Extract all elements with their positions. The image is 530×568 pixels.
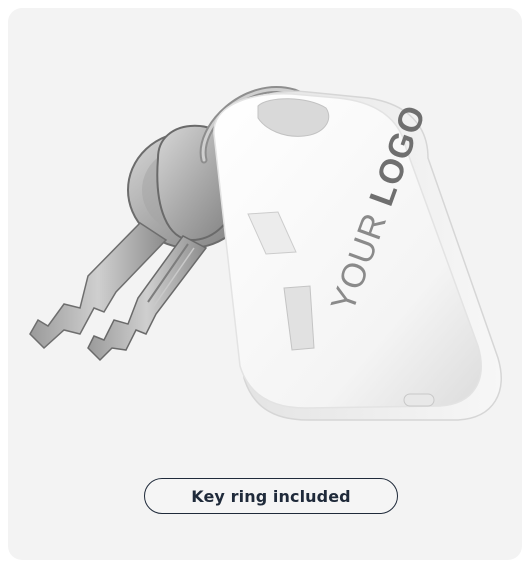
port-opening — [403, 393, 435, 407]
product-photo: YOUR LOGO — [29, 86, 502, 421]
key-ring-badge-label: Key ring included — [191, 486, 351, 506]
key-ring-badge: Key ring included — [144, 478, 398, 514]
product-card: YOUR LOGO Key ring included — [8, 8, 522, 560]
